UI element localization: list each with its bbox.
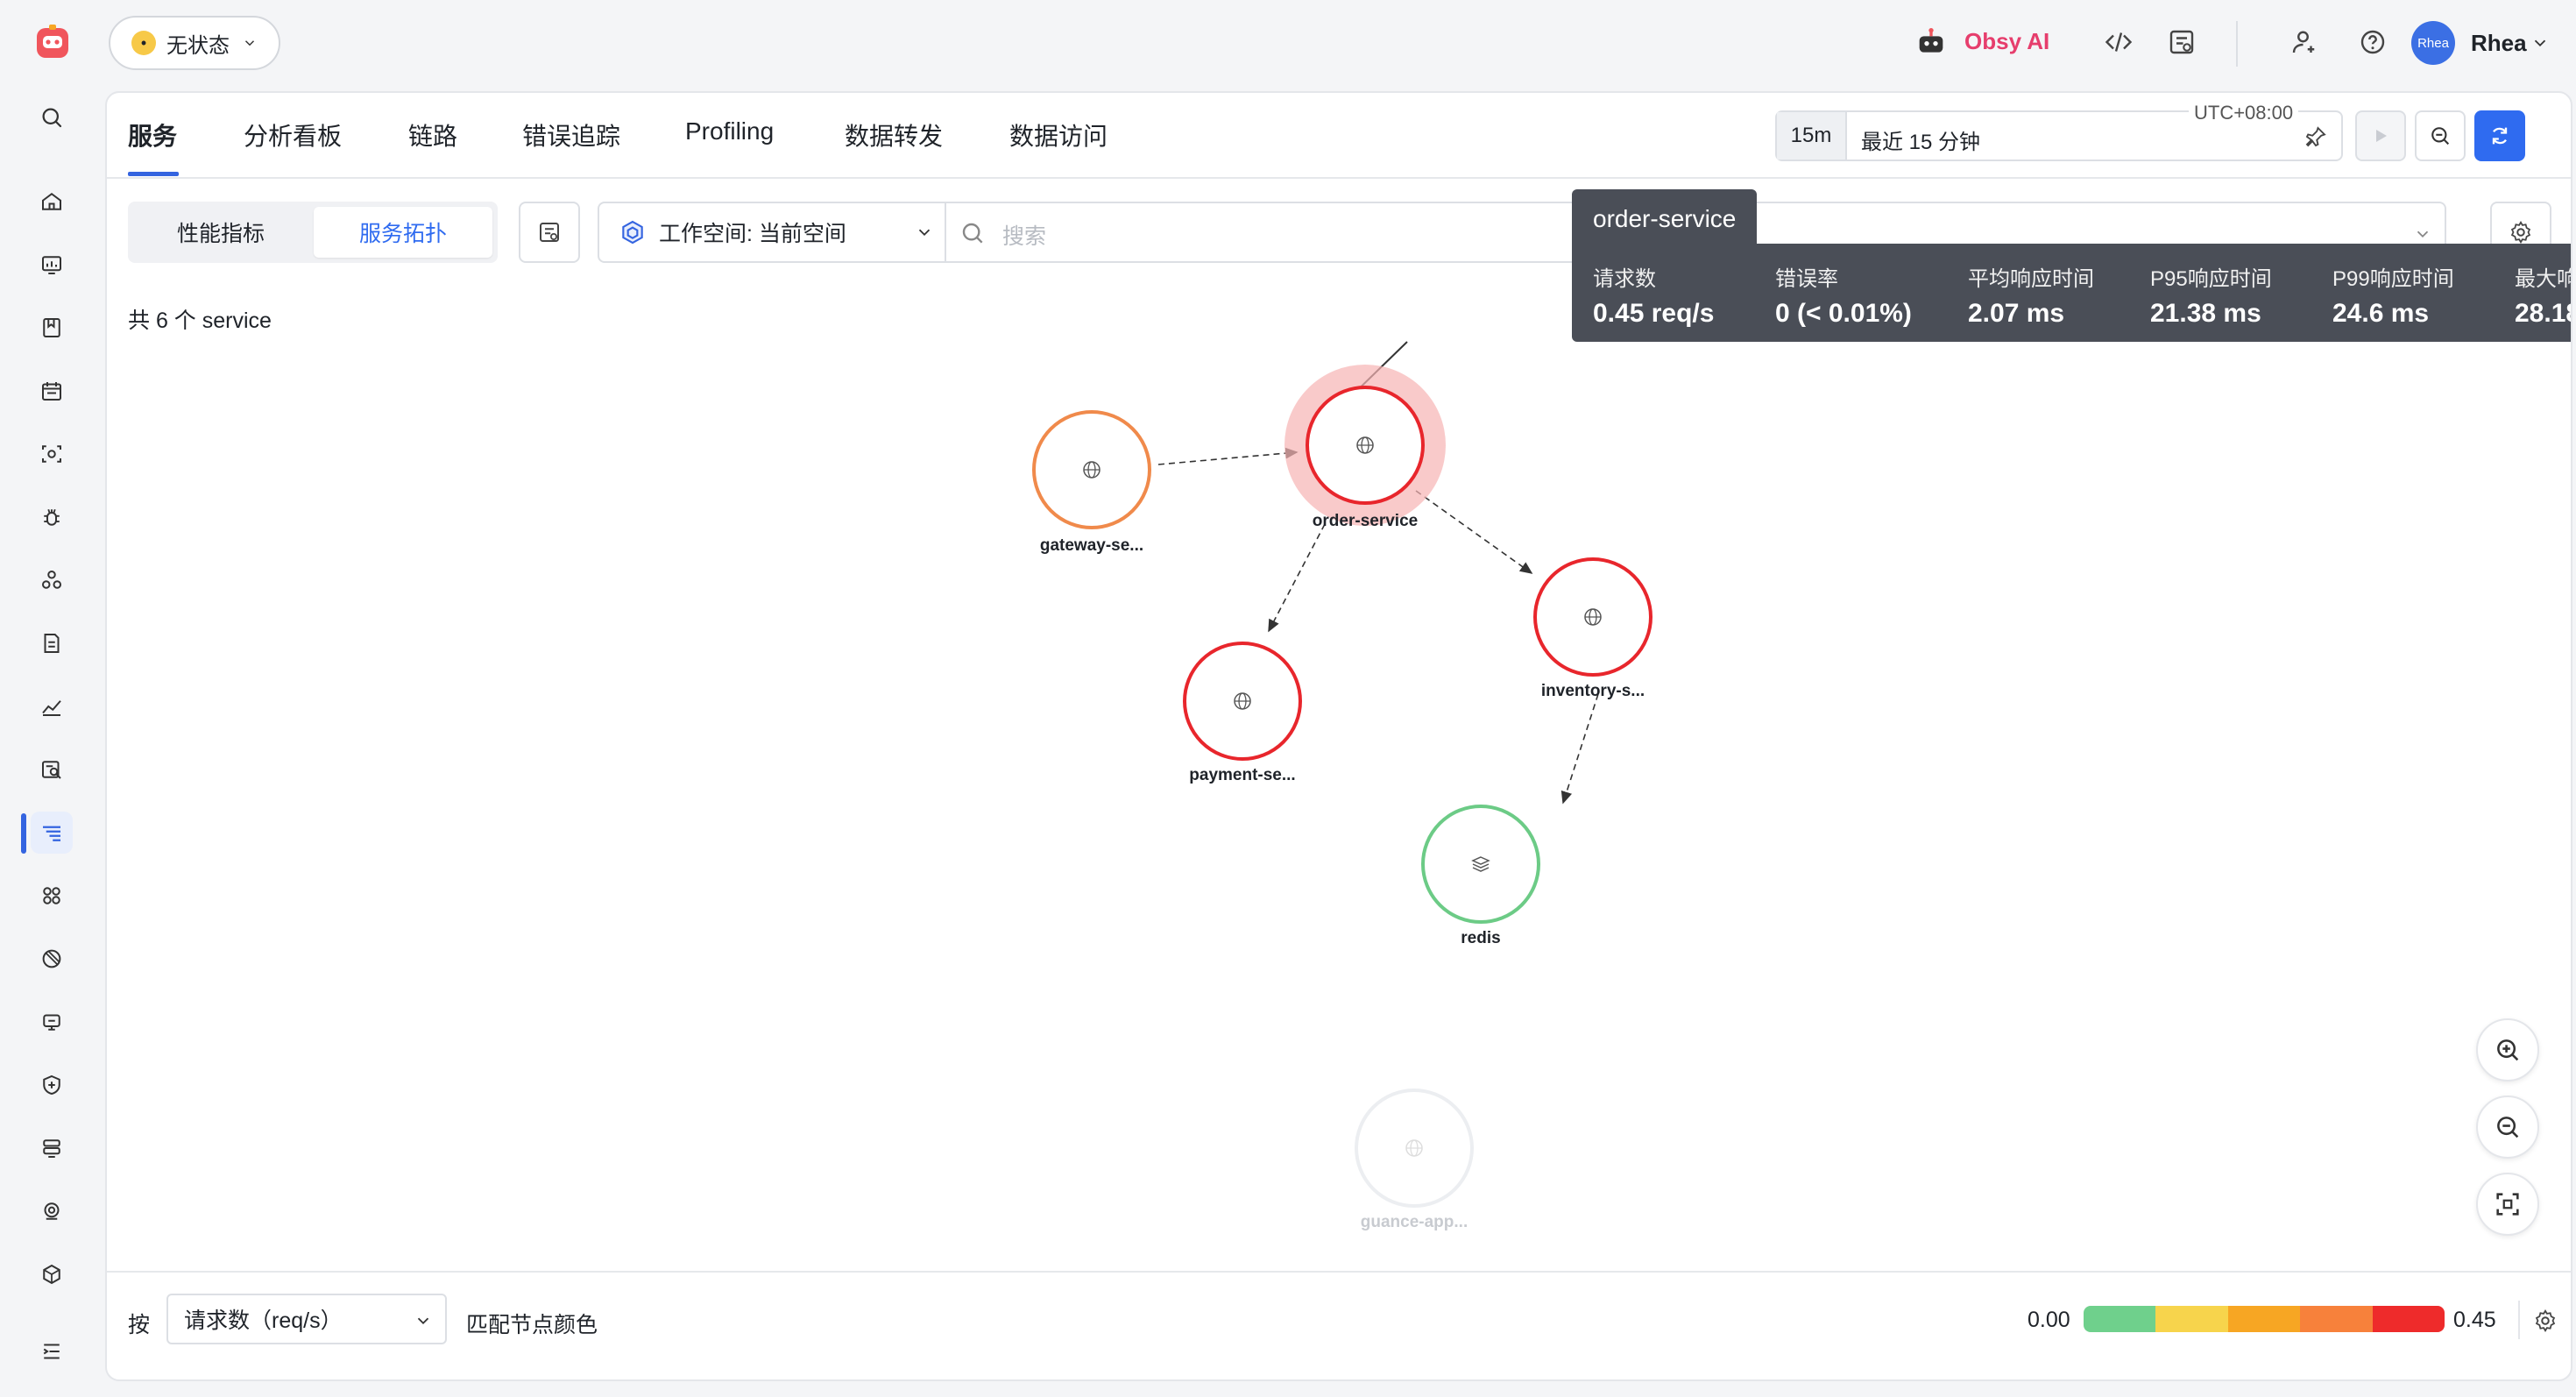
log-icon[interactable] xyxy=(31,622,73,664)
rum-icon[interactable] xyxy=(31,938,73,980)
database-icon[interactable] xyxy=(31,1127,73,1169)
tooltip-metric-p95: P95响应时间 21.38 ms xyxy=(2150,267,2272,328)
tooltip-metric-p99: P99响应时间 24.6 ms xyxy=(2332,267,2454,328)
left-sidebar xyxy=(0,0,103,1397)
notes-icon[interactable] xyxy=(2166,26,2197,58)
node-label-order: order-service xyxy=(1312,512,1419,530)
zoom-in-icon xyxy=(2497,1039,2519,1061)
chevron-down-icon xyxy=(244,40,255,46)
help-icon[interactable] xyxy=(2357,26,2388,58)
node-label-payment: payment-se... xyxy=(1189,766,1296,784)
topbar-divider xyxy=(2236,21,2238,67)
calendar-icon[interactable] xyxy=(31,370,73,412)
apm-icon[interactable] xyxy=(31,812,73,854)
code-icon[interactable] xyxy=(2103,26,2134,58)
avatar[interactable]: Rhea xyxy=(2411,21,2455,65)
search-icon[interactable] xyxy=(31,96,73,138)
synthetic-icon[interactable] xyxy=(31,1001,73,1043)
color-by-label: 按 xyxy=(128,1313,151,1337)
gear-icon[interactable] xyxy=(2532,1308,2558,1334)
node-label-redis: redis xyxy=(1461,929,1501,947)
monitor-icon[interactable] xyxy=(31,1190,73,1232)
status-label: 无状态 xyxy=(166,33,230,58)
tooltip-metric-requests: 请求数 0.45 req/s xyxy=(1593,267,1715,328)
apps-grid-icon[interactable] xyxy=(31,875,73,917)
fit-view-button[interactable] xyxy=(2476,1173,2539,1236)
chevron-down-icon xyxy=(417,1317,429,1325)
fit-screen-icon xyxy=(2496,1193,2519,1216)
chevron-down-icon[interactable] xyxy=(2530,33,2550,53)
integration-icon[interactable] xyxy=(31,1253,73,1295)
node-label-gateway: gateway-se... xyxy=(1039,536,1144,555)
dashboard-icon[interactable] xyxy=(31,244,73,286)
tooltip-metrics: 请求数 0.45 req/s 错误率 0 (< 0.01%) 平均响应时间 2.07 … xyxy=(1572,244,2572,342)
node-label-inventory: inventory-s... xyxy=(1540,682,1645,700)
legend-max: 0.45 xyxy=(2453,1308,2496,1332)
main-panel: 服务 分析看板 链路 错误追踪 Profiling 数据转发 数据访问 15m … xyxy=(105,91,2572,1381)
zoom-out-button[interactable] xyxy=(2476,1096,2539,1159)
legend-divider xyxy=(2518,1301,2520,1339)
zoom-out-icon xyxy=(2497,1117,2519,1138)
user-add-icon[interactable] xyxy=(2289,26,2320,58)
obsy-ai-icon[interactable] xyxy=(1914,25,1949,60)
notebook-icon[interactable] xyxy=(31,307,73,349)
edge-order-inventory[interactable] xyxy=(1415,490,1533,574)
app-logo[interactable] xyxy=(33,23,72,61)
bottom-divider xyxy=(107,1271,2571,1273)
color-legend-bar xyxy=(2084,1306,2445,1332)
tooltip-metric-max-latency: 最大响应时间28.18 ms xyxy=(2515,267,2572,328)
cluster-icon[interactable] xyxy=(31,559,73,601)
status-selector[interactable]: • 无状态 xyxy=(109,16,280,70)
obsy-ai-label[interactable]: Obsy AI xyxy=(1964,28,2049,55)
edge-inventory-redis[interactable] xyxy=(1560,693,1599,805)
color-metric-select[interactable]: 请求数（req/s） xyxy=(166,1294,447,1344)
top-bar: • 无状态 Obsy AI Rhea Rhea xyxy=(103,0,2576,88)
edge-gateway-order[interactable] xyxy=(1157,447,1299,465)
metrics-icon[interactable] xyxy=(31,685,73,727)
legend-swatch-4 xyxy=(2372,1306,2445,1332)
color-metric-value: 请求数（req/s） xyxy=(184,1308,343,1333)
neutral-face-icon: • xyxy=(131,31,156,55)
security-icon[interactable] xyxy=(31,1064,73,1106)
active-indicator xyxy=(21,813,26,854)
explorer-icon[interactable] xyxy=(31,748,73,791)
match-node-color-label: 匹配节点颜色 xyxy=(466,1313,598,1337)
node-label-guance: guance-app... xyxy=(1360,1213,1468,1231)
home-icon[interactable] xyxy=(31,181,73,223)
bug-icon[interactable] xyxy=(31,496,73,538)
legend-swatch-1 xyxy=(2155,1306,2228,1332)
edge-order-payment[interactable] xyxy=(1268,523,1326,633)
zoom-in-button[interactable] xyxy=(2476,1018,2539,1081)
tooltip-metric-avg-latency: 平均响应时间 2.07 ms xyxy=(1968,267,2094,328)
legend-swatch-2 xyxy=(2227,1306,2301,1332)
collapse-menu-icon[interactable] xyxy=(31,1330,73,1372)
scan-icon[interactable] xyxy=(31,433,73,475)
legend-min: 0.00 xyxy=(2028,1308,2070,1332)
legend-swatch-3 xyxy=(2300,1306,2373,1332)
user-name[interactable]: Rhea xyxy=(2471,30,2527,57)
tooltip-metric-error-rate: 错误率 0 (< 0.01%) xyxy=(1775,267,1912,328)
tooltip-title: order-service xyxy=(1572,189,1758,251)
legend-swatch-0 xyxy=(2084,1306,2156,1332)
